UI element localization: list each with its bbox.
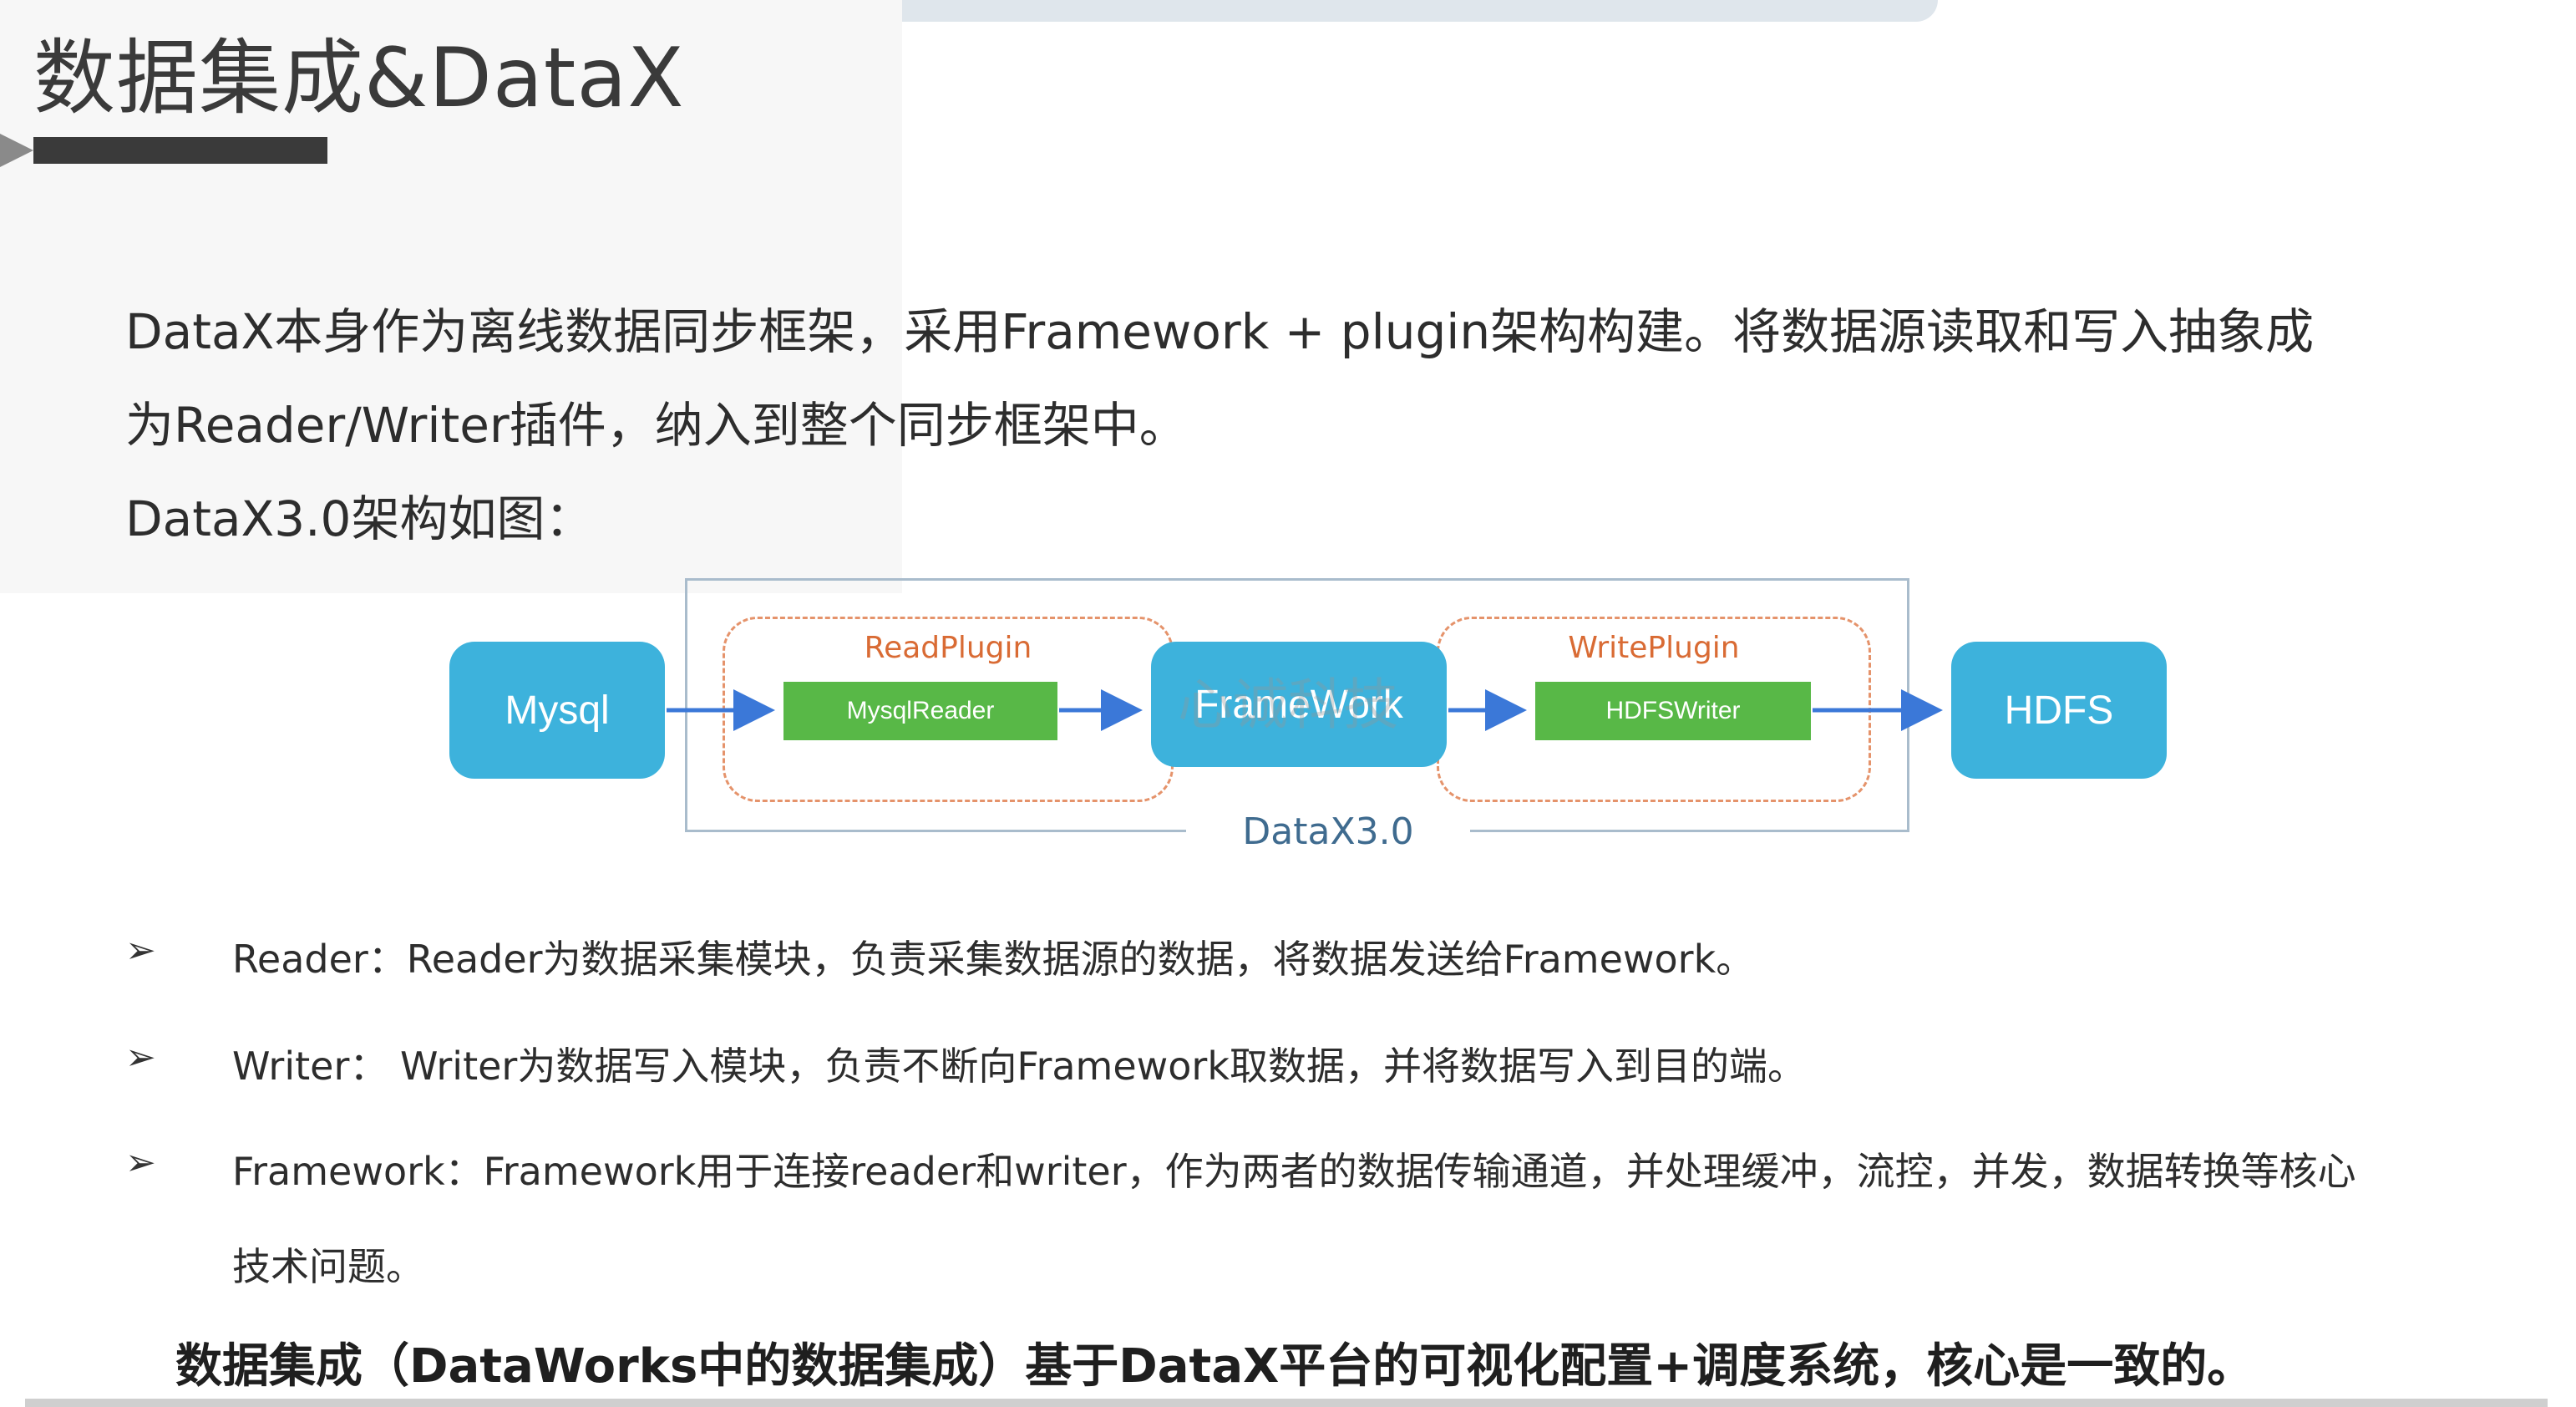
- hdfs-node: HDFS: [1951, 642, 2167, 779]
- bottom-border: [25, 1399, 2548, 1407]
- bullet-framework-continuation: 技术问题。: [232, 1244, 424, 1289]
- bullet-arrow-icon: ➢: [125, 1036, 156, 1079]
- bullet-writer-text: Writer： Writer为数据写入模块，负责不断向Framework取数据，…: [232, 1044, 1806, 1089]
- hdfs-writer-box: HDFSWriter: [1535, 682, 1811, 740]
- title-underline: [0, 134, 327, 167]
- bullet-reader-text: Reader：Reader为数据采集模块，负责采集数据源的数据，将数据发送给Fr…: [232, 937, 1755, 982]
- mysql-node: Mysql: [449, 642, 665, 779]
- conclusion-text: 数据集成（DataWorks中的数据集成）基于DataX平台的可视化配置+调度系…: [175, 1339, 2254, 1394]
- title-underline-tip: [0, 134, 33, 167]
- intro-line-2: 为Reader/Writer插件，纳入到整个同步框架中。: [125, 397, 1188, 454]
- intro-line-3: DataX3.0架构如图：: [125, 490, 594, 547]
- datax-architecture-diagram: DataX3.0 ReadPlugin WritePlugin Mysql My…: [434, 568, 2197, 853]
- bullet-framework-text: Framework：Framework用于连接reader和writer，作为两…: [232, 1149, 2356, 1194]
- bullet-arrow-icon: ➢: [125, 929, 156, 972]
- bullet-arrow-icon: ➢: [125, 1141, 156, 1184]
- mysql-reader-box: MysqlReader: [783, 682, 1057, 740]
- watermark-text: 心诚科技: [1178, 673, 1398, 737]
- intro-line-1: DataX本身作为离线数据同步框架，采用Framework + plugin架构…: [125, 303, 2315, 360]
- slide-title: 数据集成&DataX: [33, 31, 685, 126]
- title-underline-bar: [33, 137, 327, 164]
